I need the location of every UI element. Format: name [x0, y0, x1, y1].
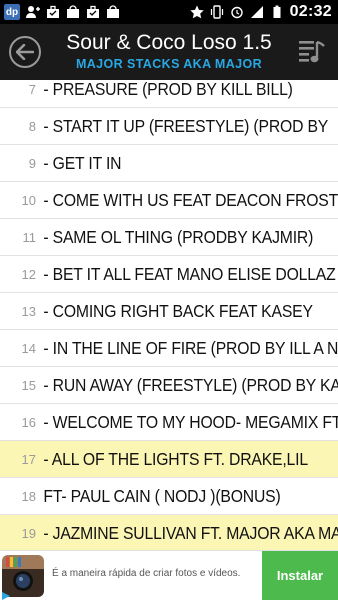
track-number: 17: [21, 451, 36, 467]
track-row[interactable]: 10 - COME WITH US FEAT DEACON FROST: [0, 182, 338, 219]
back-arrow-icon: [16, 44, 34, 60]
track-row[interactable]: 9 - GET IT IN: [0, 145, 338, 182]
ad-choices-icon[interactable]: [2, 592, 10, 600]
track-number: 19: [21, 525, 36, 541]
track-title: FT- PAUL CAIN ( NODJ )(BONUS): [43, 485, 281, 506]
track-title: - ALL OF THE LIGHTS FT. DRAKE,LIL: [43, 448, 308, 469]
notification-icons: dp: [0, 4, 120, 20]
alarm-icon: [230, 6, 243, 19]
track-title: - BET IT ALL FEAT MANO ELISE DOLLAZ: [43, 263, 336, 284]
track-list[interactable]: 7 - PREASURE (PROD BY KILL BILL) 8 - STA…: [0, 80, 338, 550]
track-row[interactable]: 15 - RUN AWAY (FREESTYLE) (PROD BY KANYE: [0, 367, 338, 404]
track-number: 8: [28, 118, 36, 134]
track-number: 12: [21, 266, 36, 282]
track-row[interactable]: 7 - PREASURE (PROD BY KILL BILL): [0, 80, 338, 108]
app-header: Sour & Coco Loso 1.5 MAJOR STACKS AKA MA…: [0, 24, 338, 80]
install-button[interactable]: Instalar: [262, 551, 338, 600]
track-row[interactable]: 14 - IN THE LINE OF FIRE (PROD BY ILL A …: [0, 330, 338, 367]
track-row[interactable]: 13 - COMING RIGHT BACK FEAT KASEY: [0, 293, 338, 330]
track-title: - COME WITH US FEAT DEACON FROST: [43, 189, 338, 210]
track-number: 11: [22, 229, 37, 245]
ad-banner[interactable]: É a maneira rápida de criar fotos e víde…: [0, 550, 338, 600]
briefcase-icon: [47, 5, 59, 18]
track-number: 7: [28, 81, 36, 97]
track-number: 14: [21, 340, 36, 356]
artist-subtitle: MAJOR STACKS AKA MAJOR: [75, 57, 263, 71]
track-row[interactable]: 8 - START IT UP (FREESTYLE) (PROD BY: [0, 108, 338, 145]
track-number: 9: [28, 155, 36, 171]
track-number: 13: [21, 303, 36, 319]
instagram-icon[interactable]: [2, 555, 44, 597]
track-row[interactable]: 11 - SAME OL THING (PRODBY KAJMIR): [0, 219, 338, 256]
clock: 02:32: [289, 3, 332, 20]
track-row[interactable]: 16 - WELCOME TO MY HOOD- MEGAMIX FT. JAD…: [0, 404, 338, 441]
track-title: - SAME OL THING (PRODBY KAJMIR): [43, 226, 314, 247]
track-row[interactable]: 17 - ALL OF THE LIGHTS FT. DRAKE,LIL: [0, 441, 338, 478]
track-title: - RUN AWAY (FREESTYLE) (PROD BY KANYE: [43, 374, 338, 395]
person-add-icon: [26, 6, 40, 18]
track-title: - WELCOME TO MY HOOD- MEGAMIX FT. JADA: [43, 411, 338, 432]
briefcase-icon: [87, 5, 99, 18]
bag-icon: [67, 5, 79, 18]
status-bar: dp 02:32: [0, 0, 338, 24]
back-button[interactable]: [9, 36, 41, 68]
playlist-music-icon[interactable]: [298, 38, 326, 66]
track-row[interactable]: 18 FT- PAUL CAIN ( NODJ )(BONUS): [0, 478, 338, 515]
vibrate-icon: [210, 5, 223, 19]
track-number: 10: [21, 192, 36, 208]
track-title: - GET IT IN: [43, 152, 122, 173]
battery-icon: [273, 5, 281, 18]
track-title: - PREASURE (PROD BY KILL BILL): [43, 80, 293, 99]
track-row[interactable]: 19 - JAZMINE SULLIVAN FT. MAJOR AKA MAJO…: [0, 515, 338, 550]
album-title: Sour & Coco Loso 1.5: [66, 31, 272, 54]
bag-icon: [107, 5, 119, 18]
dp-app-icon: dp: [4, 4, 20, 20]
signal-icon: [250, 6, 263, 18]
track-number: 15: [21, 377, 36, 393]
track-title: - START IT UP (FREESTYLE) (PROD BY: [43, 115, 329, 136]
track-title: - JAZMINE SULLIVAN FT. MAJOR AKA MAJOR: [43, 522, 338, 543]
system-icons: 02:32: [189, 3, 338, 21]
star-icon: [189, 5, 204, 19]
ad-text: É a maneira rápida de criar fotos e víde…: [52, 568, 241, 579]
track-title: - COMING RIGHT BACK FEAT KASEY: [43, 300, 313, 321]
track-number: 18: [21, 488, 36, 504]
track-row[interactable]: 12 - BET IT ALL FEAT MANO ELISE DOLLAZ: [0, 256, 338, 293]
track-number: 16: [21, 414, 36, 430]
track-title: - IN THE LINE OF FIRE (PROD BY ILL A NOI…: [43, 337, 338, 358]
